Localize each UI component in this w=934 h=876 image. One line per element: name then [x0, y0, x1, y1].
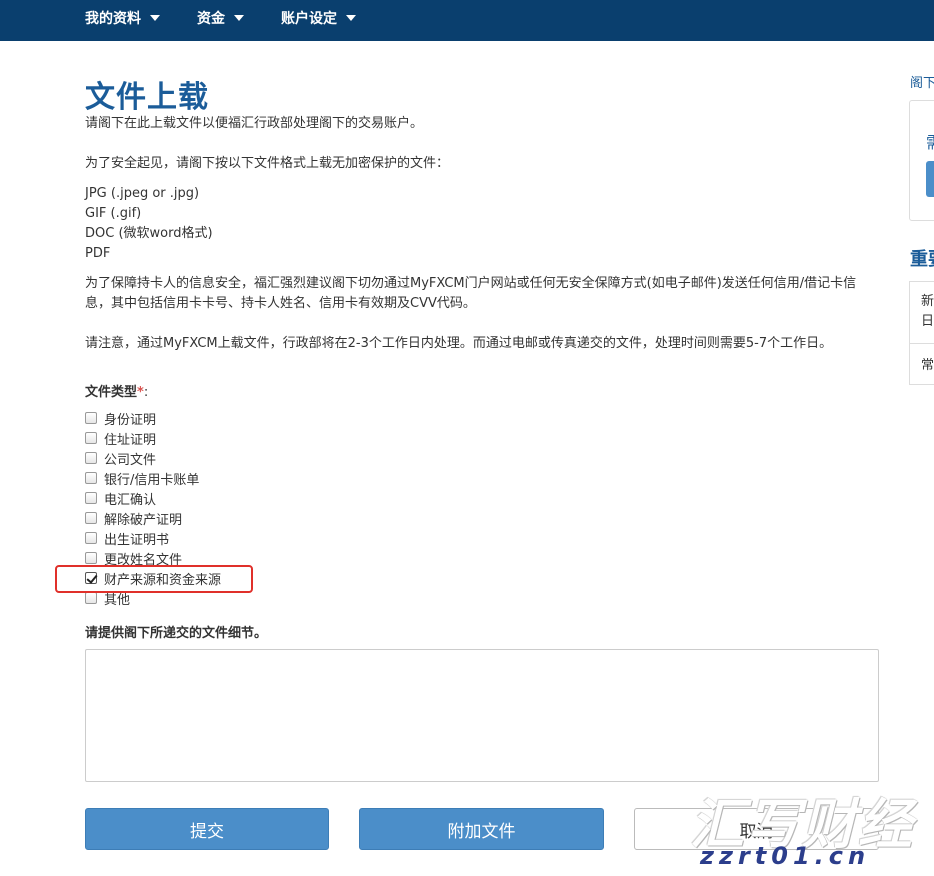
- checkbox-label: 更改姓名文件: [104, 552, 183, 568]
- format-doc: DOC (微软word格式): [85, 226, 213, 241]
- checkbox[interactable]: [85, 412, 97, 424]
- nav-my-profile[interactable]: 我的资料: [85, 8, 160, 28]
- submit-button-label: 提交: [190, 821, 224, 842]
- checkbox-source-of-funds[interactable]: 财产来源和资金来源: [85, 568, 221, 588]
- checkbox-label: 其他: [104, 592, 131, 608]
- sidebar-box: 需: [909, 100, 934, 221]
- checkbox-address-proof[interactable]: 住址证明: [85, 428, 156, 448]
- nav-account-settings[interactable]: 账户设定: [281, 8, 356, 28]
- checkbox-checked[interactable]: [85, 572, 97, 584]
- format-jpg: JPG (.jpeg or .jpg): [85, 186, 200, 201]
- checkbox-id-proof[interactable]: 身份证明: [85, 408, 156, 428]
- format-pdf: PDF: [85, 246, 111, 261]
- sidebar-list-item-line1: 新: [921, 294, 934, 309]
- checkbox[interactable]: [85, 452, 97, 464]
- card-warning: 为了保障持卡人的信息安全，福汇强烈建议阁下切勿通过MyFXCM门户网站或任何无安…: [85, 276, 857, 311]
- sidebar-box-button[interactable]: [926, 161, 934, 197]
- nav-funds[interactable]: 资金: [197, 8, 244, 28]
- sidebar-heading: 重要: [910, 249, 934, 270]
- checkbox-label: 财产来源和资金来源: [104, 572, 222, 588]
- checkbox-name-change[interactable]: 更改姓名文件: [85, 548, 182, 568]
- checkbox-bankruptcy-discharge[interactable]: 解除破产证明: [85, 508, 182, 528]
- cancel-button-label: 取消: [739, 821, 774, 842]
- attach-file-button-label: 附加文件: [447, 821, 516, 842]
- sidebar-list-item-line2: 日: [921, 314, 934, 329]
- intro-text: 请阁下在此上载文件以便福汇行政部处理阁下的交易账户。: [85, 116, 424, 131]
- checkbox-birth-certificate[interactable]: 出生证明书: [85, 528, 169, 548]
- top-nav-bar: 我的资料 资金 账户设定: [0, 0, 934, 41]
- submit-button[interactable]: 提交: [85, 808, 329, 850]
- nav-funds-label: 资金: [197, 11, 225, 27]
- checkbox-label: 住址证明: [104, 432, 157, 448]
- sidebar-list: 新 日 常: [909, 281, 934, 385]
- details-label: 请提供阁下所递交的文件细节。: [85, 626, 268, 641]
- checkbox[interactable]: [85, 432, 97, 444]
- checkbox[interactable]: [85, 552, 97, 564]
- processing-note: 请注意，通过MyFXCM上载文件，行政部将在2-3个工作日内处理。而通过电邮或传…: [85, 336, 833, 351]
- nav-account-settings-label: 账户设定: [281, 11, 337, 27]
- details-textarea[interactable]: [85, 649, 879, 782]
- checkbox-wire-confirmation[interactable]: 电汇确认: [85, 488, 156, 508]
- caret-down-icon: [346, 15, 356, 21]
- cancel-button[interactable]: 取消: [634, 808, 879, 850]
- security-note: 为了安全起见，请阁下按以下文件格式上载无加密保护的文件：: [85, 156, 450, 171]
- sidebar-list-item[interactable]: 常: [921, 354, 934, 373]
- checkbox[interactable]: [85, 472, 97, 484]
- checkbox-label: 解除破产证明: [104, 512, 183, 528]
- checkbox-label: 出生证明书: [104, 532, 170, 548]
- checkbox[interactable]: [85, 532, 97, 544]
- format-gif: GIF (.gif): [85, 206, 142, 221]
- divider: [910, 343, 934, 344]
- checkbox-label: 电汇确认: [104, 492, 157, 508]
- sidebar-link[interactable]: 阁下: [910, 72, 934, 91]
- doc-type-label-text: 文件类型: [85, 385, 138, 400]
- nav-my-profile-label: 我的资料: [85, 11, 141, 27]
- sidebar-list-item[interactable]: 新 日: [921, 292, 934, 332]
- caret-down-icon: [234, 15, 244, 21]
- checkbox[interactable]: [85, 592, 97, 604]
- page-title: 文件上载: [85, 80, 209, 115]
- caret-down-icon: [150, 15, 160, 21]
- checkbox-bank-statement[interactable]: 银行/信用卡账单: [85, 468, 199, 488]
- checkbox-other[interactable]: 其他: [85, 588, 130, 608]
- checkbox-label: 公司文件: [104, 452, 157, 468]
- sidebar-box-title: 需: [926, 129, 934, 153]
- checkbox[interactable]: [85, 512, 97, 524]
- attach-file-button[interactable]: 附加文件: [359, 808, 604, 850]
- checkbox-label: 银行/信用卡账单: [104, 472, 200, 488]
- checkbox[interactable]: [85, 492, 97, 504]
- label-colon: :: [143, 385, 149, 400]
- doc-type-label: 文件类型*:: [85, 383, 148, 403]
- checkbox-company-docs[interactable]: 公司文件: [85, 448, 156, 468]
- required-mark: *: [137, 385, 144, 400]
- checkbox-label: 身份证明: [104, 412, 157, 428]
